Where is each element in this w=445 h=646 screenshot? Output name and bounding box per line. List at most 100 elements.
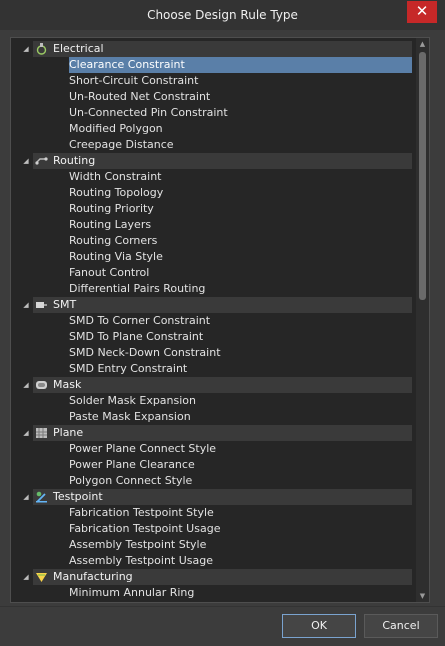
vertical-scrollbar[interactable]: ▲ ▼ — [416, 38, 429, 602]
group-label: Electrical — [53, 42, 104, 55]
rule-type-item[interactable]: Assembly Testpoint Usage — [69, 553, 412, 569]
rule-type-item[interactable]: Polygon Connect Style — [69, 473, 412, 489]
collapse-arrow-icon[interactable]: ◢ — [21, 425, 31, 441]
plane-icon — [35, 427, 48, 439]
dialog-title: Choose Design Rule Type — [147, 8, 298, 22]
group-label: SMT — [53, 298, 77, 311]
rule-type-label: Clearance Constraint — [69, 58, 185, 71]
group-routing: ◢ Routing Width Constraint Routing Topolo… — [11, 153, 416, 297]
group-header-manufacturing[interactable]: ◢ Manufacturing — [23, 569, 412, 585]
rule-type-label: Solder Mask Expansion — [69, 394, 197, 407]
group-electrical: ◢ Electrical Clearance Constraint Short-C… — [11, 41, 416, 153]
group-label: Manufacturing — [53, 570, 133, 583]
group-header-electrical[interactable]: ◢ Electrical — [23, 41, 412, 57]
rule-type-label: Routing Layers — [69, 218, 152, 231]
scroll-down-arrow-icon[interactable]: ▼ — [416, 590, 429, 602]
rule-type-item[interactable]: Short-Circuit Constraint — [69, 73, 412, 89]
rule-type-item[interactable]: Power Plane Clearance — [69, 457, 412, 473]
rule-type-item[interactable]: Fanout Control — [69, 265, 412, 281]
scrollbar-thumb[interactable] — [419, 52, 426, 300]
group-label: Mask — [53, 378, 82, 391]
rule-type-item[interactable]: SMD Neck-Down Constraint — [69, 345, 412, 361]
rule-type-item[interactable]: Assembly Testpoint Style — [69, 537, 412, 553]
rule-type-item[interactable]: SMD To Corner Constraint — [69, 313, 412, 329]
group-plane: ◢ Plane Power Plane Connect Style Power P… — [11, 425, 416, 489]
rule-type-label: Minimum Annular Ring — [69, 586, 195, 599]
testpoint-icon — [35, 491, 48, 503]
rule-type-label: Un-Routed Net Constraint — [69, 90, 211, 103]
rule-type-item[interactable]: Routing Via Style — [69, 249, 412, 265]
mask-icon — [35, 379, 48, 391]
group-header-routing[interactable]: ◢ Routing — [23, 153, 412, 169]
rule-type-label: Routing Via Style — [69, 250, 163, 263]
rule-type-label: Power Plane Clearance — [69, 458, 195, 471]
collapse-arrow-icon[interactable]: ◢ — [21, 377, 31, 393]
group-label: Testpoint — [53, 490, 103, 503]
ok-button[interactable]: OK — [282, 614, 356, 638]
rule-type-label: SMD Entry Constraint — [69, 362, 188, 375]
rule-type-label: SMD Neck-Down Constraint — [69, 346, 221, 359]
collapse-arrow-icon[interactable]: ◢ — [21, 153, 31, 169]
rule-type-item[interactable]: Solder Mask Expansion — [69, 393, 412, 409]
group-testpoint: ◢ Testpoint Fabrication Testpoint Style F… — [11, 489, 416, 569]
rule-type-label: Width Constraint — [69, 170, 162, 183]
rule-type-item[interactable]: Fabrication Testpoint Usage — [69, 521, 412, 537]
rule-type-item[interactable]: Creepage Distance — [69, 137, 412, 153]
rule-type-label: Routing Priority — [69, 202, 154, 215]
collapse-arrow-icon[interactable]: ◢ — [21, 489, 31, 505]
manufacturing-icon — [35, 571, 48, 583]
rule-type-item[interactable]: SMD Entry Constraint — [69, 361, 412, 377]
routing-icon — [35, 155, 48, 167]
collapse-arrow-icon[interactable]: ◢ — [21, 41, 31, 57]
collapse-arrow-icon[interactable]: ◢ — [21, 297, 31, 313]
group-smt: ◢ SMT SMD To Corner Constraint SMD To Pla… — [11, 297, 416, 377]
rule-type-label: Paste Mask Expansion — [69, 410, 191, 423]
smt-icon — [35, 299, 48, 311]
rule-type-label: Differential Pairs Routing — [69, 282, 206, 295]
rule-type-label: Assembly Testpoint Style — [69, 538, 207, 551]
divider — [0, 606, 445, 607]
rule-type-label: Creepage Distance — [69, 138, 174, 151]
rule-type-item[interactable]: Width Constraint — [69, 169, 412, 185]
rule-type-label: Polygon Connect Style — [69, 474, 193, 487]
group-label: Plane — [53, 426, 84, 439]
rule-type-label: Assembly Testpoint Usage — [69, 554, 213, 567]
rule-type-item[interactable]: SMD To Plane Constraint — [69, 329, 412, 345]
group-header-smt[interactable]: ◢ SMT — [23, 297, 412, 313]
rule-type-item[interactable]: Routing Priority — [69, 201, 412, 217]
rule-type-item[interactable]: Modified Polygon — [69, 121, 412, 137]
rule-type-item[interactable]: Routing Layers — [69, 217, 412, 233]
rule-type-item[interactable]: Routing Topology — [69, 185, 412, 201]
cancel-button[interactable]: Cancel — [364, 614, 438, 638]
rule-type-item[interactable]: Un-Connected Pin Constraint — [69, 105, 412, 121]
rule-type-label: Routing Topology — [69, 186, 164, 199]
scroll-up-arrow-icon[interactable]: ▲ — [416, 38, 429, 50]
rule-type-item[interactable]: Routing Corners — [69, 233, 412, 249]
rule-type-label: Un-Connected Pin Constraint — [69, 106, 228, 119]
group-header-mask[interactable]: ◢ Mask — [23, 377, 412, 393]
rule-type-label: SMD To Plane Constraint — [69, 330, 204, 343]
rule-type-item[interactable]: Power Plane Connect Style — [69, 441, 412, 457]
group-mask: ◢ Mask Solder Mask Expansion Paste Mask E… — [11, 377, 416, 425]
rule-type-label: Power Plane Connect Style — [69, 442, 217, 455]
group-label: Routing — [53, 154, 96, 167]
rule-type-item[interactable]: Paste Mask Expansion — [69, 409, 412, 425]
group-header-testpoint[interactable]: ◢ Testpoint — [23, 489, 412, 505]
group-header-plane[interactable]: ◢ Plane — [23, 425, 412, 441]
tree-content: ◢ Electrical Clearance Constraint Short-C… — [11, 38, 416, 602]
rule-type-label: Fabrication Testpoint Usage — [69, 522, 221, 535]
rule-type-item[interactable]: Fabrication Testpoint Style — [69, 505, 412, 521]
rule-type-item[interactable]: Clearance Constraint — [69, 57, 412, 73]
rule-type-label: Routing Corners — [69, 234, 158, 247]
group-manufacturing: ◢ Manufacturing Minimum Annular Ring — [11, 569, 416, 601]
rule-type-label: Fabrication Testpoint Style — [69, 506, 214, 519]
rule-type-item[interactable]: Un-Routed Net Constraint — [69, 89, 412, 105]
title-bar: Choose Design Rule Type ✕ — [0, 0, 445, 30]
collapse-arrow-icon[interactable]: ◢ — [21, 569, 31, 585]
electrical-icon — [35, 43, 48, 55]
rule-type-item[interactable]: Minimum Annular Ring — [69, 585, 412, 601]
close-button[interactable]: ✕ — [407, 1, 437, 23]
rule-type-label: Short-Circuit Constraint — [69, 74, 199, 87]
rule-type-tree[interactable]: ◢ Electrical Clearance Constraint Short-C… — [10, 37, 430, 603]
rule-type-item[interactable]: Differential Pairs Routing — [69, 281, 412, 297]
